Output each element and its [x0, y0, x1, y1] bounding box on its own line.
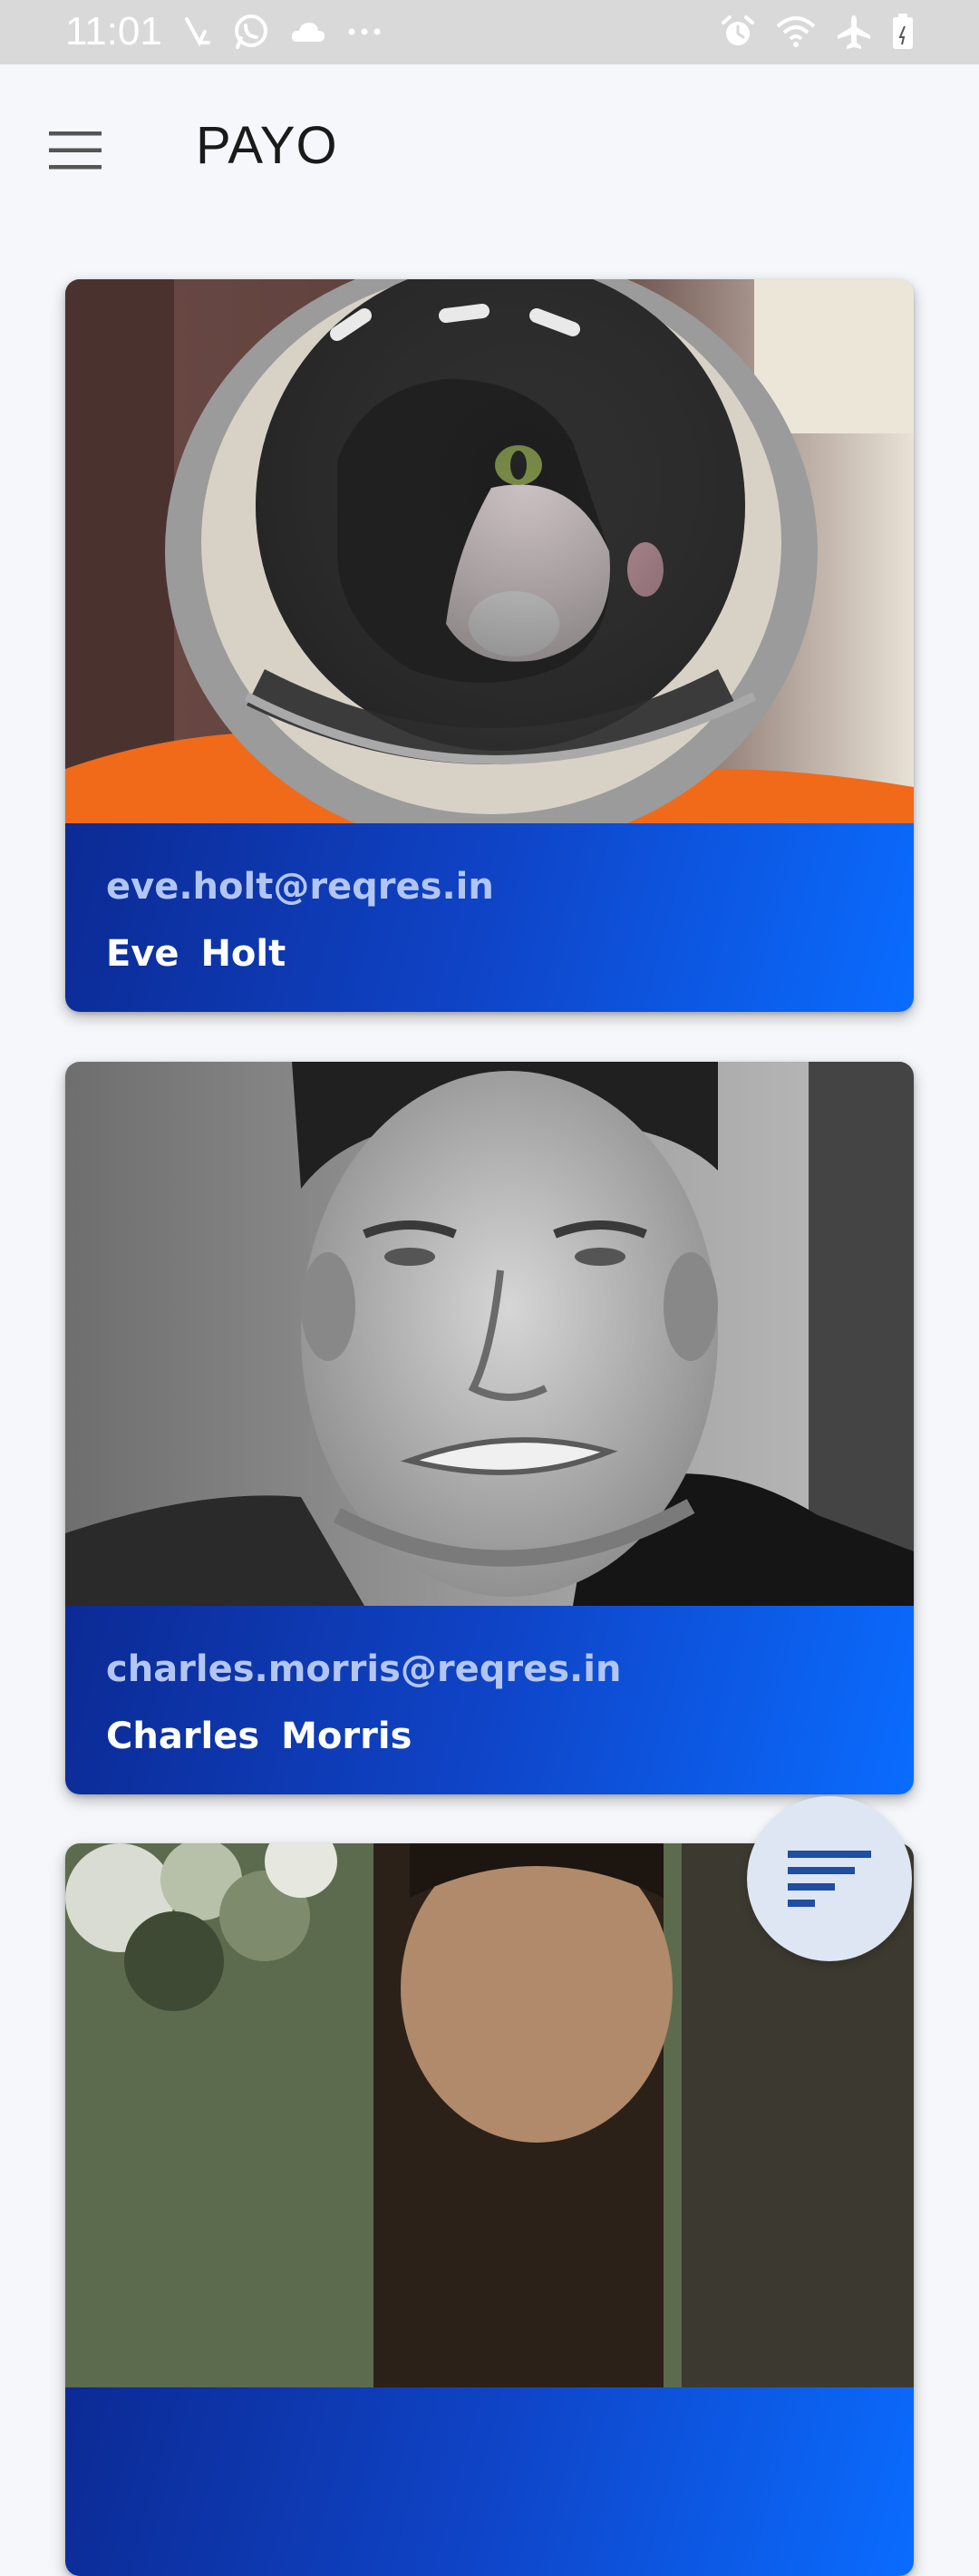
user-photo — [65, 1062, 914, 1606]
user-card[interactable]: charles.morris@reqres.in Charles Morris — [65, 1062, 914, 1794]
alarm-icon — [722, 15, 754, 45]
menu-button[interactable] — [36, 112, 114, 190]
more-dots-icon — [348, 28, 381, 35]
status-time: 11:01 — [65, 9, 162, 53]
user-card[interactable]: eve.holt@reqres.in Eve Holt — [65, 279, 914, 1012]
filter-fab-button[interactable] — [747, 1796, 912, 1961]
user-photo — [65, 279, 914, 823]
app-bar: PAYO — [0, 64, 979, 228]
user-card[interactable] — [65, 1843, 914, 2576]
user-email: eve.holt@reqres.in — [106, 866, 494, 908]
wifi-icon — [776, 16, 816, 47]
user-card-footer — [65, 2387, 914, 2576]
missed-call-icon — [185, 17, 210, 47]
user-card-footer: charles.morris@reqres.in Charles Morris — [65, 1606, 914, 1794]
app-title: PAYO — [196, 116, 338, 175]
status-bar: 11:01 — [0, 0, 979, 64]
airplane-icon — [838, 15, 870, 49]
user-card-footer: eve.holt@reqres.in Eve Holt — [65, 823, 914, 1012]
user-email: charles.morris@reqres.in — [106, 1648, 622, 1690]
user-name: Eve Holt — [106, 933, 286, 975]
battery-icon — [893, 14, 913, 49]
user-name: Charles Morris — [106, 1716, 412, 1757]
status-icons-left — [181, 11, 383, 53]
hamburger-menu-icon — [49, 131, 102, 170]
status-icons-right — [720, 11, 914, 53]
whatsapp-icon — [235, 15, 267, 49]
cloud-icon — [291, 23, 325, 42]
filter-sort-icon — [788, 1851, 871, 1907]
